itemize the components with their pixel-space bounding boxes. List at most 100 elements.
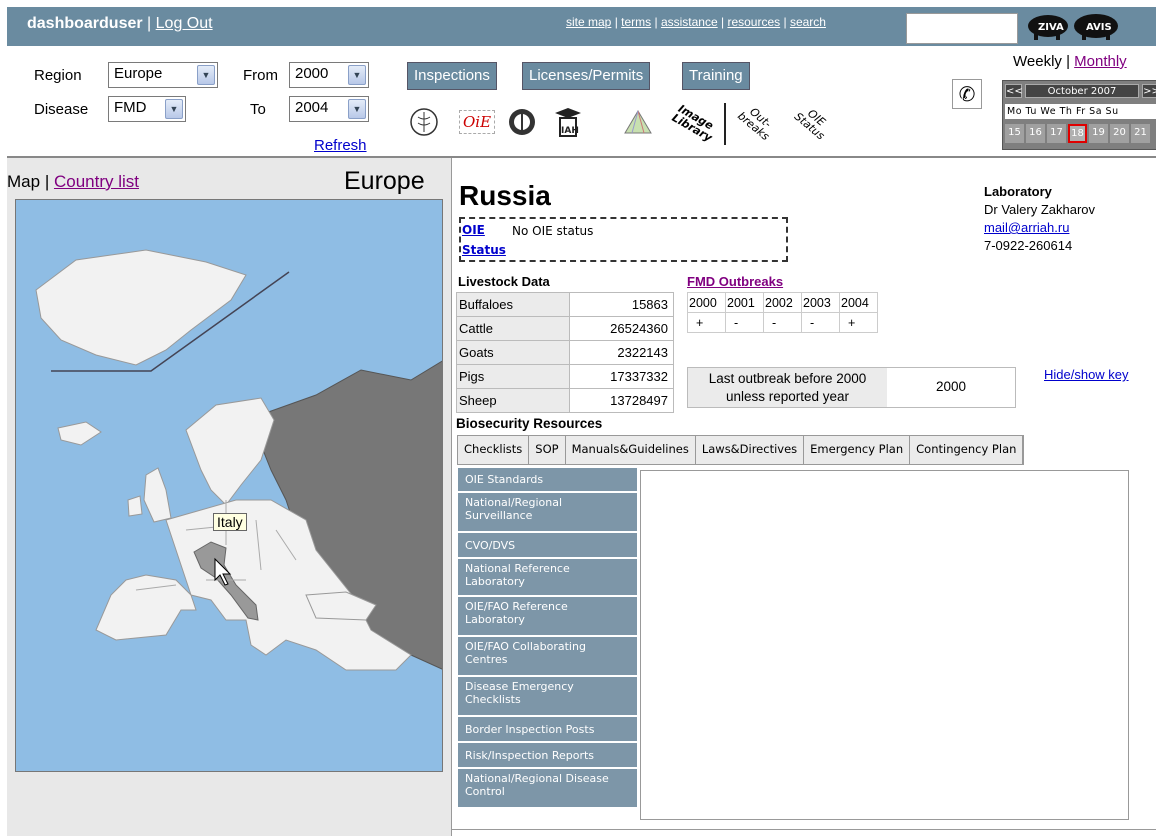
map-label[interactable]: Map: [7, 172, 40, 191]
pyramid-icon[interactable]: [619, 102, 657, 142]
resources-link[interactable]: resources: [727, 15, 780, 29]
calendar-day[interactable]: 15: [1005, 124, 1024, 143]
iah-icon[interactable]: IAH: [549, 102, 587, 142]
image-library-icon[interactable]: Image Library: [670, 102, 716, 144]
oie-status-icon[interactable]: OIE Status: [791, 102, 835, 143]
ireland-shape[interactable]: [127, 495, 143, 517]
menu-item-risk-inspection-reports[interactable]: Risk/Inspection Reports: [457, 742, 638, 768]
chevron-down-icon[interactable]: ▼: [348, 65, 366, 85]
country-list-link[interactable]: Country list: [54, 172, 139, 191]
to-year-value: 2004: [295, 99, 329, 116]
to-year-select[interactable]: 2004 ▼: [289, 96, 369, 122]
last-outbreak-label: Last outbreak before 2000 unless reporte…: [688, 368, 887, 407]
menu-item-emergency-checklists[interactable]: Disease Emergency Checklists: [457, 676, 638, 716]
menu-item-cvo-dvs[interactable]: CVO/DVS: [457, 532, 638, 558]
tab-laws-directives[interactable]: Laws&Directives: [695, 436, 805, 464]
livestock-value: 13728497: [569, 388, 674, 413]
chevron-down-icon[interactable]: ▼: [165, 99, 183, 119]
calendar-next-button[interactable]: >>: [1142, 84, 1156, 98]
menu-item-disease-control[interactable]: National/Regional Disease Control: [457, 768, 638, 808]
calendar-day[interactable]: 19: [1089, 124, 1108, 143]
chevron-down-icon[interactable]: ▼: [348, 99, 366, 119]
last-outbreak-label-line1: Last outbreak before 2000: [708, 371, 867, 386]
europe-map[interactable]: [15, 199, 443, 772]
oie-link[interactable]: OIE: [462, 223, 485, 237]
from-year-select[interactable]: 2000 ▼: [289, 62, 369, 88]
search-link[interactable]: search: [790, 15, 826, 29]
laboratory-title: Laboratory: [984, 184, 1052, 199]
monthly-link[interactable]: Monthly: [1074, 53, 1127, 70]
menu-item-collaborating-centres[interactable]: OIE/FAO Collaborating Centres: [457, 636, 638, 676]
oie-icon[interactable]: OiE: [455, 102, 499, 142]
outbreak-mark: +: [687, 312, 726, 333]
calendar-prev-button[interactable]: <<: [1005, 84, 1023, 98]
livestock-data: Livestock Data Buffaloes 15863 Cattle 2652…: [456, 274, 674, 413]
outbreak-year: 2003: [801, 292, 840, 313]
livestock-name: Sheep: [456, 388, 570, 413]
tab-sop[interactable]: SOP: [529, 436, 566, 464]
menu-item-national-reference-lab[interactable]: National Reference Laboratory: [457, 558, 638, 596]
biosecurity-title: Biosecurity Resources: [456, 416, 603, 431]
site-map-link[interactable]: site map: [566, 15, 611, 29]
greenland-shape[interactable]: [35, 249, 247, 366]
calendar-month-title: October 2007: [1025, 84, 1139, 98]
calendar-day[interactable]: 20: [1110, 124, 1129, 143]
menu-item-reference-lab[interactable]: OIE/FAO Reference Laboratory: [457, 596, 638, 636]
laboratory-phone: 7-0922-260614: [984, 238, 1073, 253]
oie-status-text: No OIE status: [512, 224, 594, 238]
tab-emergency-plan[interactable]: Emergency Plan: [804, 436, 911, 464]
refresh-link[interactable]: Refresh: [314, 137, 367, 154]
logo-text-ziva: ZIVA: [1038, 22, 1064, 33]
region-select[interactable]: Europe ▼: [108, 62, 218, 88]
table-row: Sheep 13728497: [456, 388, 674, 413]
livestock-name: Cattle: [456, 316, 570, 341]
laboratory-email-link[interactable]: mail@arriah.ru: [984, 219, 1095, 237]
tab-manuals-guidelines[interactable]: Manuals&Guidelines: [565, 436, 696, 464]
search-input[interactable]: [906, 13, 1018, 44]
phone-icon[interactable]: ✆: [952, 79, 982, 109]
weekly-label[interactable]: Weekly: [1013, 53, 1062, 70]
icon-divider: [724, 103, 726, 145]
logout-link[interactable]: Log Out: [156, 15, 213, 32]
outbreaks-icon[interactable]: Out-breaks: [735, 102, 779, 144]
uk-shape[interactable]: [143, 467, 172, 523]
weekly-monthly-toggle: Weekly | Monthly: [1013, 53, 1127, 70]
calendar-widget: << October 2007 >> Mo Tu We Th Fr Sa Su …: [1002, 80, 1156, 150]
tab-contingency-plan[interactable]: Contingency Plan: [910, 436, 1024, 464]
ziva-avis-logo: ZIVA AVIS: [1028, 14, 1118, 40]
map-tooltip: Italy: [213, 513, 247, 531]
to-label: To: [250, 101, 266, 118]
iceland-shape[interactable]: [57, 421, 102, 446]
biosecurity-menu: OIE Standards National/Regional Surveill…: [457, 467, 638, 808]
calendar-day[interactable]: 17: [1047, 124, 1066, 143]
menu-item-surveillance[interactable]: National/Regional Surveillance: [457, 492, 638, 532]
assistance-link[interactable]: assistance: [661, 15, 718, 29]
who-icon[interactable]: [503, 102, 541, 142]
outbreak-year: 2004: [839, 292, 878, 313]
fmd-outbreaks-link[interactable]: FMD Outbreaks: [687, 274, 878, 289]
outbreak-mark: -: [801, 312, 840, 333]
controls-bar: Region Europe ▼ Disease FMD ▼ From 2000 …: [7, 46, 1156, 158]
livestock-name: Goats: [456, 340, 570, 365]
chevron-down-icon[interactable]: ▼: [197, 65, 215, 85]
disease-select[interactable]: FMD ▼: [108, 96, 186, 122]
outbreak-year: 2001: [725, 292, 764, 313]
tab-checklists[interactable]: Checklists: [458, 436, 530, 464]
map-graphic[interactable]: [16, 200, 443, 772]
fao-icon[interactable]: [405, 102, 443, 142]
calendar-day-today[interactable]: 18: [1068, 124, 1087, 143]
livestock-title: Livestock Data: [458, 274, 550, 289]
menu-item-oie-standards[interactable]: OIE Standards: [457, 467, 638, 492]
scandinavia-shape[interactable]: [185, 397, 275, 506]
outbreaks-label: Out-breaks: [735, 105, 774, 144]
menu-item-border-inspection-posts[interactable]: Border Inspection Posts: [457, 716, 638, 742]
calendar-day[interactable]: 21: [1131, 124, 1150, 143]
tab-training[interactable]: Training: [682, 62, 750, 90]
status-link[interactable]: Status: [462, 243, 506, 257]
hide-show-key-link[interactable]: Hide/show key: [1044, 367, 1129, 382]
user-area: dashboarduser | Log Out: [27, 15, 213, 33]
calendar-day[interactable]: 16: [1026, 124, 1045, 143]
terms-link[interactable]: terms: [621, 15, 651, 29]
tab-licenses-permits[interactable]: Licenses/Permits: [522, 62, 651, 90]
tab-inspections[interactable]: Inspections: [407, 62, 497, 90]
